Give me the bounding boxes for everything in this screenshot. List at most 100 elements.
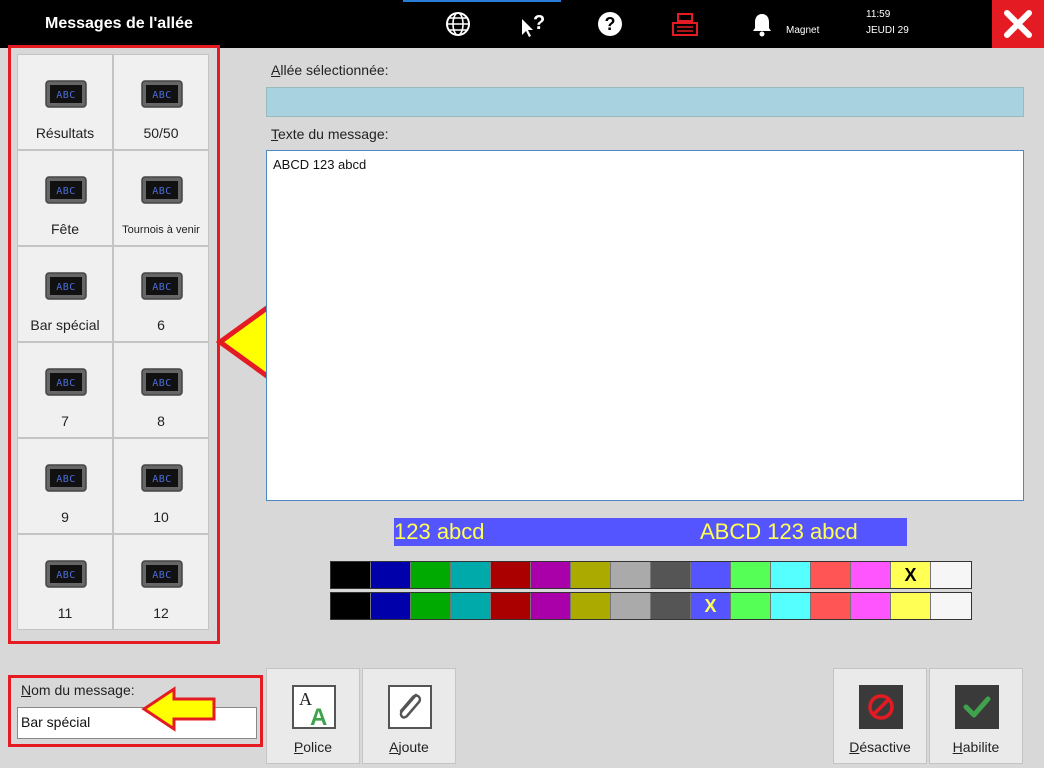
background-swatch[interactable]: X <box>691 593 731 619</box>
foreground-swatch[interactable] <box>531 562 571 588</box>
sign-icon: ABC <box>141 80 183 113</box>
disable-icon <box>859 685 903 729</box>
background-color-palette: X <box>330 592 972 620</box>
foreground-color-palette: X <box>330 561 972 589</box>
foreground-swatch[interactable] <box>811 562 851 588</box>
svg-text:ABC: ABC <box>152 570 172 581</box>
message-preview: 123 abcd ABCD 123 abcd <box>394 518 907 546</box>
message-tile[interactable]: ABC Bar spécial <box>17 246 113 342</box>
background-swatch[interactable] <box>851 593 891 619</box>
foreground-swatch[interactable] <box>411 562 451 588</box>
sign-icon: ABC <box>141 464 183 497</box>
message-tile[interactable]: ABC 9 <box>17 438 113 534</box>
sign-icon: ABC <box>141 272 183 305</box>
sign-icon: ABC <box>45 560 87 593</box>
foreground-swatch[interactable] <box>691 562 731 588</box>
sign-icon: ABC <box>45 80 87 113</box>
svg-text:?: ? <box>605 14 616 34</box>
globe-icon[interactable] <box>444 10 472 38</box>
background-swatch[interactable] <box>571 593 611 619</box>
police-button[interactable]: AA Police <box>266 668 360 764</box>
background-swatch[interactable] <box>931 593 971 619</box>
svg-text:ABC: ABC <box>56 282 76 293</box>
foreground-swatch[interactable] <box>851 562 891 588</box>
background-swatch[interactable] <box>371 593 411 619</box>
background-swatch[interactable] <box>771 593 811 619</box>
foreground-swatch[interactable] <box>731 562 771 588</box>
cash-register-icon[interactable] <box>671 10 699 38</box>
title-bar: Messages de l'allée ? ? Magnet 11:59 JEU… <box>0 0 1044 48</box>
background-swatch[interactable] <box>451 593 491 619</box>
foreground-swatch[interactable] <box>611 562 651 588</box>
background-swatch[interactable] <box>891 593 931 619</box>
foreground-swatch[interactable] <box>331 562 371 588</box>
foreground-swatch[interactable] <box>651 562 691 588</box>
message-list: ABC Résultats ABC 50/50 ABC Fête ABC Tournois à… <box>17 54 209 630</box>
message-tile[interactable]: ABC 7 <box>17 342 113 438</box>
message-text-label: Texte du message: <box>271 126 389 142</box>
window-title: Messages de l'allée <box>45 15 193 32</box>
foreground-swatch[interactable] <box>771 562 811 588</box>
foreground-swatch[interactable]: X <box>891 562 931 588</box>
help-pointer-icon[interactable]: ? <box>519 10 547 38</box>
background-swatch[interactable] <box>331 593 371 619</box>
desactive-label: Désactive <box>849 739 911 755</box>
background-swatch[interactable] <box>611 593 651 619</box>
foreground-swatch[interactable] <box>371 562 411 588</box>
foreground-swatch[interactable] <box>451 562 491 588</box>
svg-text:ABC: ABC <box>56 90 76 101</box>
sign-icon: ABC <box>45 272 87 305</box>
sign-icon: ABC <box>45 176 87 209</box>
message-text-area[interactable]: ABCD 123 abcd <box>266 150 1024 501</box>
alley-selected-field[interactable] <box>266 87 1024 117</box>
message-tile[interactable]: ABC Résultats <box>17 54 113 150</box>
svg-text:ABC: ABC <box>152 378 172 389</box>
svg-text:ABC: ABC <box>56 474 76 485</box>
message-tile-label: Fête <box>50 221 79 237</box>
svg-text:ABC: ABC <box>56 570 76 581</box>
checkmark-icon <box>955 685 999 729</box>
message-tile-label: Tournois à venir <box>122 224 200 236</box>
background-swatch[interactable] <box>531 593 571 619</box>
habilite-label: Habilite <box>952 739 1000 755</box>
desactive-button[interactable]: Désactive <box>833 668 927 764</box>
close-button[interactable] <box>992 0 1044 48</box>
font-icon: AA <box>292 685 336 731</box>
svg-text:ABC: ABC <box>56 378 76 389</box>
foreground-swatch[interactable] <box>491 562 531 588</box>
foreground-swatch[interactable] <box>931 562 971 588</box>
background-swatch[interactable] <box>731 593 771 619</box>
message-tile[interactable]: ABC 50/50 <box>113 54 209 150</box>
message-tile-label: 12 <box>153 605 169 621</box>
bell-icon[interactable] <box>748 10 776 38</box>
help-icon[interactable]: ? <box>596 10 624 38</box>
police-label: Police <box>293 739 333 755</box>
alley-label: Allée sélectionnée: <box>271 62 389 78</box>
background-swatch[interactable] <box>811 593 851 619</box>
message-tile[interactable]: ABC 6 <box>113 246 209 342</box>
preview-right-text: ABCD 123 abcd <box>700 519 858 544</box>
message-tile[interactable]: ABC Tournois à venir <box>113 150 209 246</box>
svg-text:A: A <box>310 704 327 729</box>
message-tile[interactable]: ABC 12 <box>113 534 209 630</box>
background-swatch[interactable] <box>491 593 531 619</box>
message-tile[interactable]: ABC Fête <box>17 150 113 246</box>
sign-icon: ABC <box>45 368 87 401</box>
message-tile[interactable]: ABC 8 <box>113 342 209 438</box>
clock-time: 11:59 <box>866 9 891 20</box>
message-tile[interactable]: ABC 11 <box>17 534 113 630</box>
background-swatch[interactable] <box>411 593 451 619</box>
message-tile-label: Bar spécial <box>30 317 100 333</box>
message-name-field[interactable]: Bar spécial <box>17 707 257 739</box>
message-tile-label: Résultats <box>35 125 95 141</box>
foreground-swatch[interactable] <box>571 562 611 588</box>
message-tile-label: 8 <box>157 413 165 429</box>
message-tile-label: 11 <box>57 605 73 621</box>
habilite-button[interactable]: Habilite <box>929 668 1023 764</box>
message-tile[interactable]: ABC 10 <box>113 438 209 534</box>
background-swatch[interactable] <box>651 593 691 619</box>
svg-text:ABC: ABC <box>152 186 172 197</box>
svg-text:ABC: ABC <box>152 282 172 293</box>
svg-text:?: ? <box>533 12 545 34</box>
ajoute-button[interactable]: Ajoute <box>362 668 456 764</box>
